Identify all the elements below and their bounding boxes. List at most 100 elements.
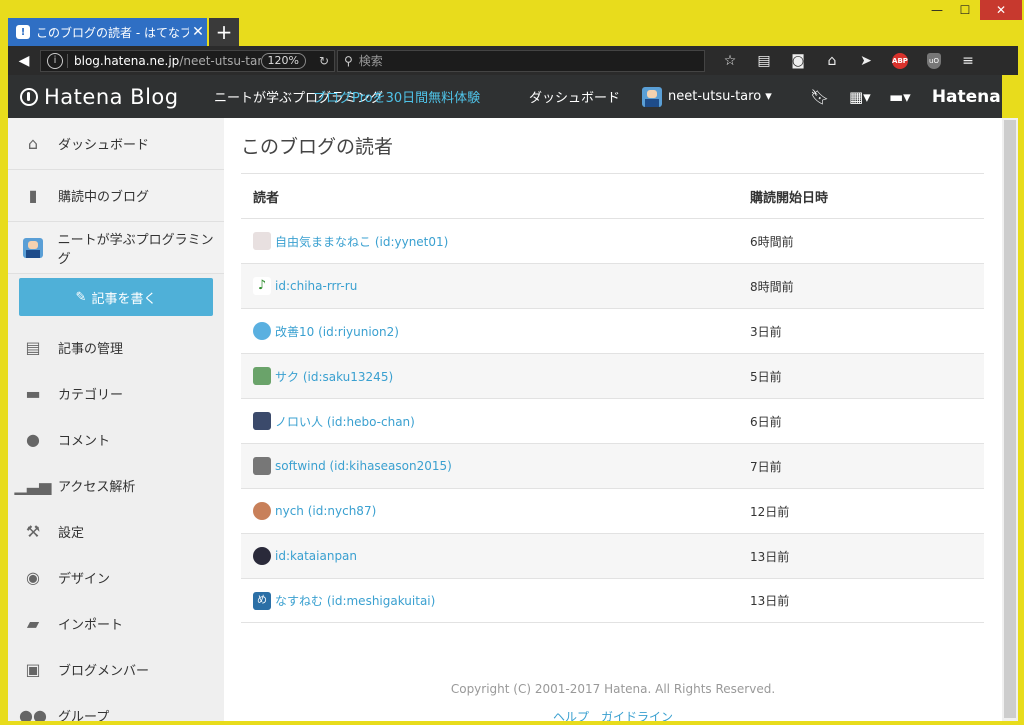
reader-cell: 自由気ままなねこ (id:yynet01) (241, 232, 738, 250)
home-icon[interactable]: ⌂ (815, 49, 849, 73)
hatena-logo-icon (20, 87, 38, 106)
bookmark-icon[interactable]: 🔖︎ (800, 82, 840, 112)
palette-icon: ◉ (26, 567, 40, 587)
since-cell: 13日前 (750, 549, 790, 564)
reader-link[interactable]: ノロい人 (id:hebo-chan) (275, 413, 415, 430)
sidebar-item-label: ダッシュボード (58, 138, 150, 153)
reader-link[interactable]: 改善10 (id:riyunion2) (275, 323, 399, 340)
address-bar[interactable]: i blog.hatena.ne.jp/neet-utsu-taro 120% … (40, 49, 335, 72)
document-icon: ▤ (25, 337, 41, 357)
vertical-scrollbar[interactable] (1002, 118, 1018, 721)
logo-text: Hatena Blog (44, 84, 179, 109)
reader-link[interactable]: softwind (id:kihaseason2015) (275, 459, 452, 473)
reader-link[interactable]: 自由気ままなねこ (id:yynet01) (275, 233, 448, 250)
reader-avatar-icon (253, 322, 271, 340)
search-placeholder: 検索 (358, 54, 383, 68)
send-icon[interactable]: ➤ (849, 49, 883, 73)
reader-cell: nych (id:nych87) (241, 502, 738, 520)
pocket-icon[interactable]: ◙ (781, 49, 815, 73)
table-row: id:kataianpan 13日前 (241, 533, 984, 578)
sidebar-item-label: カテゴリー (58, 387, 124, 403)
sidebar-item-import[interactable]: ▰ インポート (8, 600, 224, 646)
sidebar-item-label: インポート (58, 617, 124, 633)
sidebar-item-label: グループ (58, 709, 110, 722)
zoom-level-badge[interactable]: 120% (260, 52, 306, 69)
bookmark-icon: ▮ (28, 186, 38, 205)
hatena-brand[interactable]: Hatena (932, 87, 1001, 107)
url-text: blog.hatena.ne.jp/neet-utsu-taro (74, 54, 261, 68)
sidebar-item-design[interactable]: ◉ デザイン (8, 554, 224, 600)
sidebar-item-groups[interactable]: ●● グループ (8, 692, 224, 721)
search-icon: ⚲ (344, 53, 353, 68)
bookmark-star-icon[interactable]: ☆ (713, 49, 747, 73)
reader-cell: id:kataianpan (241, 547, 738, 565)
copyright: Copyright (C) 2001-2017 Hatena. All Righ… (450, 682, 776, 696)
back-arrow-icon[interactable]: ◀ (12, 49, 36, 73)
reader-avatar-icon (253, 457, 271, 475)
table-header-row: 読者 購読開始日時 (241, 173, 984, 218)
info-icon[interactable]: i (47, 52, 63, 69)
search-input[interactable]: ⚲ 検索 (337, 49, 705, 72)
blog-name-link[interactable]: ニートが学ぶプログラミング ブログProを30日間無料体験 (214, 87, 514, 106)
browser-tab[interactable]: ! このブログの読者 - はてなブログ ✕ (8, 18, 207, 46)
write-article-button[interactable]: ✎ 記事を書く (19, 278, 213, 316)
table-row: めなすねむ (id:meshigakuitai) 13日前 (241, 578, 984, 623)
tab-close-icon[interactable]: ✕ (189, 24, 207, 40)
table-row: ♪ id:chiha-rrr-ru 8時間前 (241, 263, 984, 308)
minimize-button[interactable]: — (924, 0, 950, 20)
sidebar-item-blog[interactable]: ニートが学ぶプログラミング (8, 222, 224, 274)
reader-avatar-icon (253, 502, 271, 520)
blog-pro-trial-link[interactable]: ブログProを30日間無料体験 (313, 87, 480, 106)
reader-avatar-icon: め (253, 591, 271, 610)
hamburger-menu-icon[interactable]: ≡ (951, 49, 985, 73)
user-menu[interactable]: neet-utsu-taro ▾ (642, 86, 772, 107)
comment-icon[interactable]: ▬▾ (880, 82, 920, 112)
footer-links[interactable]: ヘルプ ガイドライン (224, 708, 1002, 721)
window-close-button[interactable]: ✕ (980, 0, 1022, 20)
sidebar-item-settings[interactable]: ⚒ 設定 (8, 508, 224, 554)
reader-cell: 改善10 (id:riyunion2) (241, 322, 738, 340)
table-row: softwind (id:kihaseason2015) 7日前 (241, 443, 984, 488)
folder-icon: ▬ (25, 383, 41, 403)
reader-link[interactable]: id:chiha-rrr-ru (275, 279, 357, 293)
sidebar-item-comments[interactable]: ● コメント (8, 416, 224, 462)
reload-icon[interactable]: ↻ (314, 54, 334, 68)
reader-link[interactable]: サク (id:saku13245) (275, 368, 393, 385)
sidebar-item-categories[interactable]: ▬ カテゴリー (8, 370, 224, 416)
reader-link[interactable]: id:kataianpan (275, 549, 357, 563)
reader-cell: softwind (id:kihaseason2015) (241, 457, 738, 475)
browser-window: ! このブログの読者 - はてなブログ ✕ + — ☐ ✕ ◀ i blog.h… (0, 0, 1024, 725)
people-icon: ●● (19, 705, 47, 722)
sidebar-item-members[interactable]: ▣ ブログメンバー (8, 646, 224, 692)
scrollbar-thumb[interactable] (1004, 120, 1016, 718)
ublock-icon[interactable]: uO (917, 49, 951, 73)
sidebar-item-label: ニートが学ぶプログラミング (57, 232, 214, 267)
sidebar-item-dashboard[interactable]: ⌂ ダッシュボード (8, 118, 224, 170)
dashboard-link[interactable]: ダッシュボード (529, 87, 620, 106)
navigation-toolbar: ◀ i blog.hatena.ne.jp/neet-utsu-taro 120… (8, 46, 1018, 75)
table-row: ノロい人 (id:hebo-chan) 6日前 (241, 398, 984, 443)
sidebar-item-manage-articles[interactable]: ▤ 記事の管理 (8, 324, 224, 370)
sidebar-item-label: アクセス解析 (58, 479, 136, 495)
reader-link[interactable]: nych (id:nych87) (275, 504, 376, 518)
title-bar: ! このブログの読者 - はてなブログ ✕ + — ☐ ✕ (0, 0, 1024, 46)
new-tab-button[interactable]: + (209, 18, 239, 46)
table-row: nych (id:nych87) 12日前 (241, 488, 984, 533)
maximize-button[interactable]: ☐ (952, 0, 978, 20)
table-row: 自由気ままなねこ (id:yynet01) 6時間前 (241, 218, 984, 263)
table-row: 改善10 (id:riyunion2) 3日前 (241, 308, 984, 353)
sidebar-item-analytics[interactable]: ▁▃▅ アクセス解析 (8, 462, 224, 508)
table-row: サク (id:saku13245) 5日前 (241, 353, 984, 398)
signal-bars-icon: ▁▃▅ (14, 475, 52, 495)
reader-list-icon[interactable]: ▤ (747, 49, 781, 73)
readers-table: 読者 購読開始日時 自由気ままなねこ (id:yynet01) 6時間前 ♪ id… (241, 173, 984, 623)
adblock-icon[interactable]: ABP (883, 49, 917, 73)
reader-cell: ♪ id:chiha-rrr-ru (241, 277, 738, 295)
grid-menu-icon[interactable]: ▦▾ (840, 82, 880, 112)
reader-link[interactable]: なすねむ (id:meshigakuitai) (275, 592, 435, 609)
hatena-blog-logo[interactable]: Hatena Blog (20, 85, 200, 109)
home-icon: ⌂ (27, 134, 39, 153)
sidebar: ⌂ ダッシュボード ▮ 購読中のブログ ニートが学ぶプログラミング ✎ 記事を書… (8, 118, 224, 721)
sidebar-item-subscriptions[interactable]: ▮ 購読中のブログ (8, 170, 224, 222)
since-cell: 3日前 (750, 324, 782, 339)
